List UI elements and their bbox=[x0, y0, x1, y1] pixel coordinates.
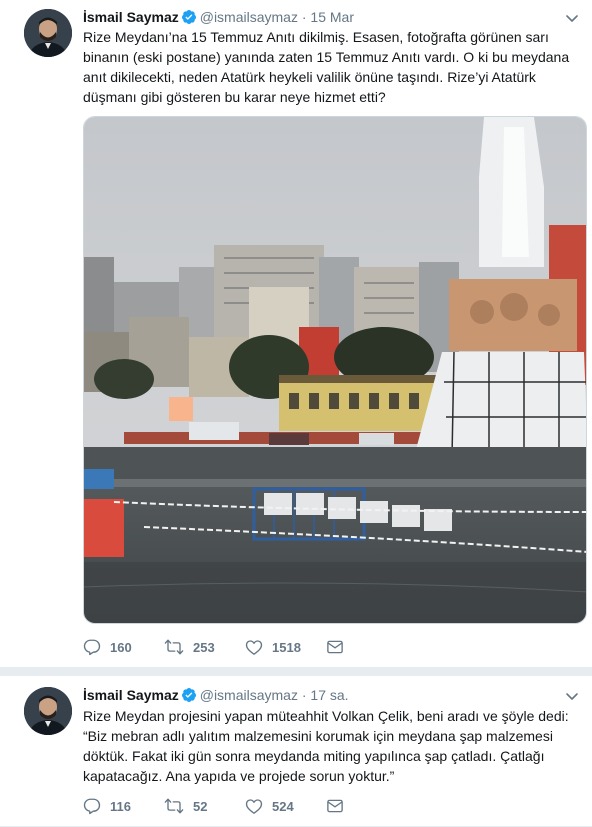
reply-count: 160 bbox=[110, 639, 132, 655]
tweet-photo[interactable] bbox=[83, 116, 587, 624]
direct-message-button[interactable] bbox=[326, 796, 344, 816]
separator-dot: · bbox=[301, 9, 307, 25]
retweet-count: 253 bbox=[193, 639, 215, 655]
envelope-icon bbox=[326, 797, 344, 815]
timestamp[interactable]: 17 sa. bbox=[310, 687, 348, 703]
reply-button[interactable]: 116 bbox=[83, 796, 131, 816]
tweet-text: Rize Meydan projesini yapan müteahhit Vo… bbox=[83, 708, 569, 784]
avatar[interactable] bbox=[24, 687, 72, 735]
avatar[interactable] bbox=[24, 9, 72, 57]
author-name[interactable]: İsmail Saymaz bbox=[83, 687, 179, 703]
heart-icon bbox=[245, 797, 263, 815]
retweet-count: 52 bbox=[193, 798, 208, 814]
direct-message-button[interactable] bbox=[326, 637, 344, 657]
reply-icon bbox=[83, 797, 101, 815]
chevron-down-icon[interactable] bbox=[564, 10, 580, 26]
like-button[interactable]: 1518 bbox=[245, 637, 301, 657]
chevron-down-icon[interactable] bbox=[564, 688, 580, 704]
tweet-actions: 116 52 524 bbox=[83, 796, 483, 816]
like-count: 524 bbox=[272, 798, 294, 814]
reply-button[interactable]: 160 bbox=[83, 637, 132, 657]
envelope-icon bbox=[326, 638, 344, 656]
like-button[interactable]: 524 bbox=[245, 796, 294, 816]
author-handle[interactable]: @ismailsaymaz bbox=[200, 687, 298, 703]
separator-dot: · bbox=[301, 687, 307, 703]
tweet-actions: 160 253 1518 bbox=[83, 637, 483, 657]
verified-badge-icon bbox=[181, 9, 197, 29]
heart-icon bbox=[245, 638, 263, 656]
retweet-icon bbox=[164, 638, 184, 656]
retweet-button[interactable]: 52 bbox=[164, 796, 207, 816]
retweet-button[interactable]: 253 bbox=[164, 637, 215, 657]
tweet[interactable]: İsmail Saymaz @ismailsaymaz · 15 Mar Rize… bbox=[0, 0, 592, 668]
tweet[interactable]: İsmail Saymaz @ismailsaymaz · 17 sa. Rize… bbox=[0, 676, 592, 827]
tweet-text: Rize Meydanı’na 15 Temmuz Anıtı dikilmiş… bbox=[83, 29, 570, 105]
like-count: 1518 bbox=[272, 639, 301, 655]
verified-badge-icon bbox=[181, 687, 197, 707]
tweet-header: İsmail Saymaz @ismailsaymaz · 15 Mar bbox=[83, 8, 354, 29]
reply-count: 116 bbox=[110, 798, 131, 814]
retweet-icon bbox=[164, 797, 184, 815]
timestamp[interactable]: 15 Mar bbox=[310, 9, 354, 25]
author-name[interactable]: İsmail Saymaz bbox=[83, 9, 179, 25]
reply-icon bbox=[83, 638, 101, 656]
tweet-header: İsmail Saymaz @ismailsaymaz · 17 sa. bbox=[83, 686, 349, 707]
author-handle[interactable]: @ismailsaymaz bbox=[200, 9, 298, 25]
